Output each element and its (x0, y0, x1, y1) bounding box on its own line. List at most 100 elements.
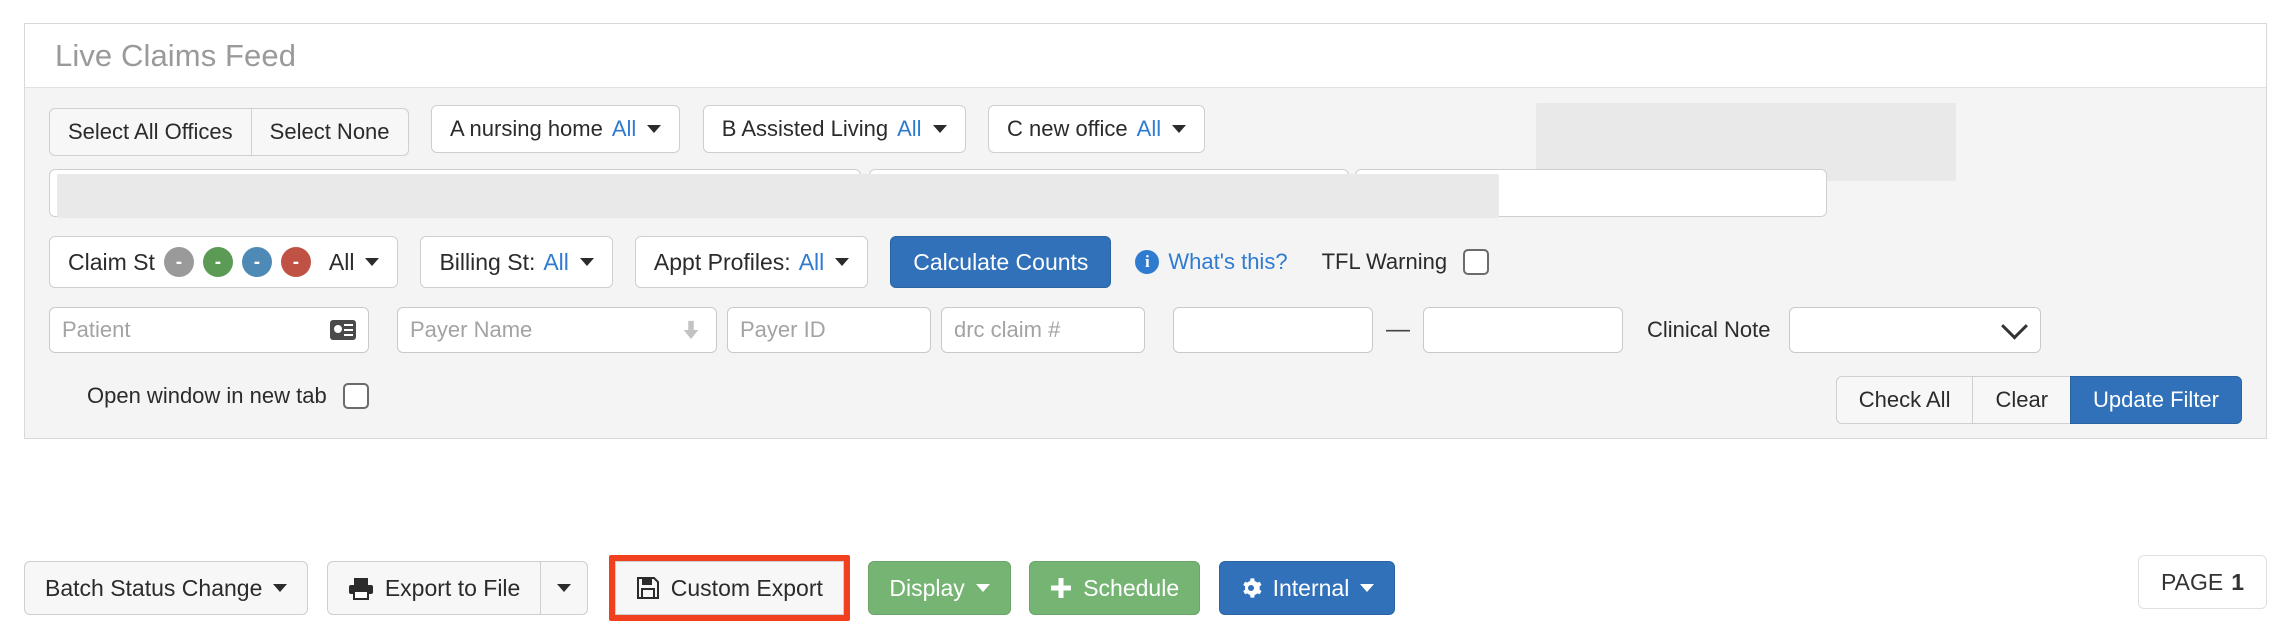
billing-status-label: Billing St: (439, 248, 536, 275)
page-label: PAGE (2160, 568, 2224, 595)
clinical-note-label: Clinical Note (1647, 317, 1771, 342)
date-to-input[interactable] (1423, 307, 1623, 353)
status-dot-gray[interactable]: - (163, 247, 194, 277)
status-dot-red[interactable]: - (280, 247, 311, 277)
custom-export-button[interactable]: Custom Export (614, 561, 844, 615)
filter-panel: Live Claims Feed Select All Offices Sele… (24, 23, 2267, 439)
status-filter-row: Claim St - - - - All Billing St: All App… (25, 221, 2266, 297)
status-dot-green[interactable]: - (202, 247, 233, 277)
chevron-down-icon (647, 125, 662, 133)
claim-status-filter[interactable]: Claim St - - - - All (49, 236, 399, 288)
chevron-down-icon (932, 125, 947, 133)
export-to-file-label: Export to File (384, 574, 521, 601)
export-to-file-button[interactable]: Export to File (326, 561, 542, 615)
info-icon: i (1135, 250, 1160, 274)
chevron-down-icon (1172, 125, 1187, 133)
batch-status-change-button[interactable]: Batch Status Change (24, 561, 309, 615)
appt-profiles-value: All (798, 248, 825, 275)
claim-status-value: All (328, 248, 355, 275)
schedule-label: Schedule (1083, 574, 1180, 601)
chevron-down-icon (273, 584, 288, 592)
status-dot-blue[interactable]: - (241, 247, 272, 277)
batch-status-change-label: Batch Status Change (45, 574, 263, 601)
plus-icon (1050, 577, 1072, 599)
whats-this-link[interactable]: i What's this? (1135, 249, 1288, 275)
patient-placeholder: Patient (62, 317, 131, 342)
tfl-warning-checkbox[interactable] (1463, 249, 1490, 275)
clinical-note-select[interactable] (1788, 307, 2041, 353)
panel-header: Live Claims Feed (25, 24, 2266, 88)
appt-profiles-label: Appt Profiles: (653, 248, 791, 275)
display-button[interactable]: Display (868, 561, 1011, 615)
payer-id-placeholder: Payer ID (740, 317, 826, 342)
page-title: Live Claims Feed (55, 37, 297, 73)
filter-buttons: Check All Clear Update Filter (1835, 376, 2242, 424)
tfl-warning-label: TFL Warning (1321, 249, 1448, 274)
office-name-label: A nursing home (449, 116, 603, 141)
calculate-counts-button[interactable]: Calculate Counts (890, 236, 1112, 288)
office-select-group: Select All Offices Select None (49, 107, 409, 156)
chevron-down-icon (2000, 312, 2028, 340)
date-from-input[interactable] (1173, 307, 1373, 353)
drc-claim-placeholder: drc claim # (954, 317, 1061, 342)
office-value-label: All (897, 116, 922, 141)
chevron-down-icon (557, 584, 572, 592)
date-range-separator: — (1386, 316, 1410, 343)
office-name-label: C new office (1006, 116, 1128, 141)
office-value-label: All (611, 116, 637, 141)
display-label: Display (889, 574, 965, 601)
offices-secondary-row (49, 169, 2242, 221)
export-to-file-group: Export to File (326, 561, 589, 615)
offices-filter-row: Select All Offices Select None A nursing… (25, 88, 2266, 181)
chevron-down-icon (835, 258, 850, 266)
appt-profiles-filter[interactable]: Appt Profiles: All (634, 236, 869, 288)
select-all-offices-button[interactable]: Select All Offices (49, 107, 252, 156)
arrow-down-icon[interactable] (680, 319, 702, 341)
drc-claim-input[interactable]: drc claim # (941, 307, 1145, 353)
payer-id-input[interactable]: Payer ID (727, 307, 931, 353)
panel-body: Select All Offices Select None A nursing… (25, 88, 2266, 438)
page-number: 1 (2231, 568, 2244, 595)
billing-status-filter[interactable]: Billing St: All (420, 236, 613, 288)
update-filter-button[interactable]: Update Filter (2070, 376, 2242, 424)
internal-label: Internal (1272, 574, 1350, 601)
id-card-icon[interactable] (330, 320, 356, 340)
chevron-down-icon (365, 258, 380, 266)
open-new-tab-checkbox[interactable] (342, 383, 369, 409)
internal-button[interactable]: Internal (1218, 561, 1396, 615)
export-to-file-dropdown-toggle[interactable] (540, 561, 589, 615)
save-floppy-icon (636, 576, 660, 600)
live-claims-feed-screen: Live Claims Feed Select All Offices Sele… (0, 0, 2294, 638)
offices-loading-overlay (57, 174, 1499, 218)
filter-actions-row: Open window in new tab Check All Clear U… (25, 363, 2266, 438)
filter-actions-group: Check All Clear Update Filter (1835, 376, 2242, 424)
tfl-warning-control[interactable]: TFL Warning (1322, 249, 1490, 275)
printer-icon (348, 576, 374, 600)
chevron-down-icon (1360, 584, 1375, 592)
office-name-label: B Assisted Living (721, 116, 889, 141)
check-all-button[interactable]: Check All (1835, 376, 1974, 424)
page-indicator[interactable]: PAGE 1 (2137, 555, 2267, 609)
office-filter-c-new-office[interactable]: C new office All (987, 105, 1206, 153)
chevron-down-icon (579, 258, 594, 266)
search-fields-row: Patient Payer Name Payer ID drc claim # (25, 297, 2266, 363)
whats-this-label: What's this? (1168, 249, 1288, 274)
bottom-toolbar: Batch Status Change Export to File Custo… (24, 555, 2267, 621)
payer-name-input[interactable]: Payer Name (397, 307, 717, 353)
select-none-button[interactable]: Select None (250, 107, 409, 156)
chevron-down-icon (975, 584, 990, 592)
patient-input[interactable]: Patient (49, 307, 369, 353)
office-filter-b-assisted-living[interactable]: B Assisted Living All (702, 105, 966, 153)
schedule-button[interactable]: Schedule (1029, 561, 1201, 615)
payer-name-placeholder: Payer Name (410, 317, 533, 342)
open-new-tab-label: Open window in new tab (87, 383, 327, 408)
custom-export-label: Custom Export (670, 574, 823, 601)
gear-icon (1240, 577, 1262, 599)
office-value-label: All (1136, 116, 1162, 141)
billing-status-value: All (543, 248, 569, 275)
office-filter-a-nursing-home[interactable]: A nursing home All (430, 105, 681, 153)
claim-status-label: Claim St (68, 248, 155, 275)
clear-button[interactable]: Clear (1972, 376, 2072, 424)
open-new-tab-control[interactable]: Open window in new tab (87, 383, 369, 409)
custom-export-highlight: Custom Export (608, 555, 850, 621)
